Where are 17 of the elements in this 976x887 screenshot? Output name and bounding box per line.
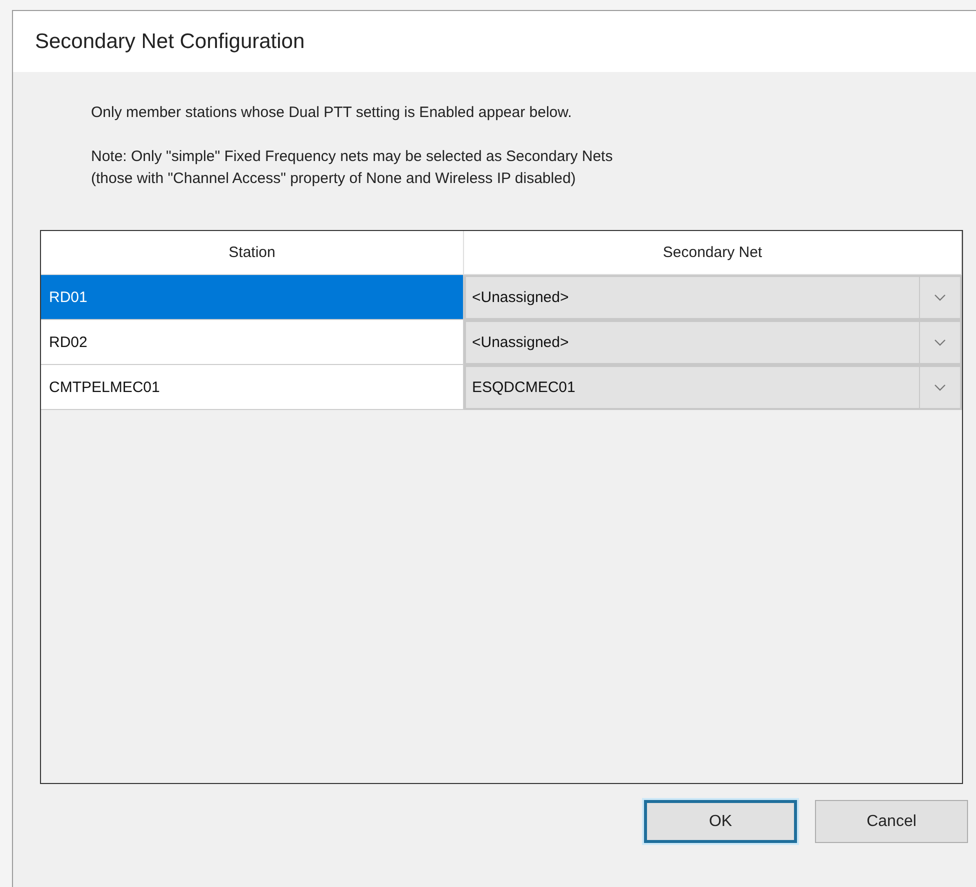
dialog-button[interactable]: Cancel (815, 800, 968, 843)
station-cell[interactable]: RD02 (41, 320, 464, 365)
chevron-down-icon (934, 339, 946, 346)
dropdown-value: <Unassigned> (472, 289, 569, 306)
station-cell[interactable]: CMTPELMEC01 (41, 365, 464, 410)
dialog-title: Secondary Net Configuration (35, 30, 305, 54)
info-text: Only member stations whose Dual PTT setting is Enabled appear below. (91, 103, 573, 123)
dropdown-value: <Unassigned> (472, 334, 569, 351)
dropdown-value: ESQDCMEC01 (472, 379, 576, 396)
info-text: Note: Only "simple" Fixed Frequency nets may be selected as Secondary Nets (those with "Channel Access" property of None and Wireless IP disabled) (91, 147, 614, 189)
net-dropdown[interactable]: <Unassigned> (464, 275, 962, 320)
station-cell[interactable]: RD01 (41, 275, 464, 320)
chevron-down-icon (934, 294, 946, 301)
net-dropdown[interactable]: ESQDCMEC01 (464, 365, 962, 410)
net-dropdown[interactable]: <Unassigned> (464, 320, 962, 365)
chevron-down-icon (934, 384, 946, 391)
dialog-button[interactable]: OK (644, 800, 797, 843)
